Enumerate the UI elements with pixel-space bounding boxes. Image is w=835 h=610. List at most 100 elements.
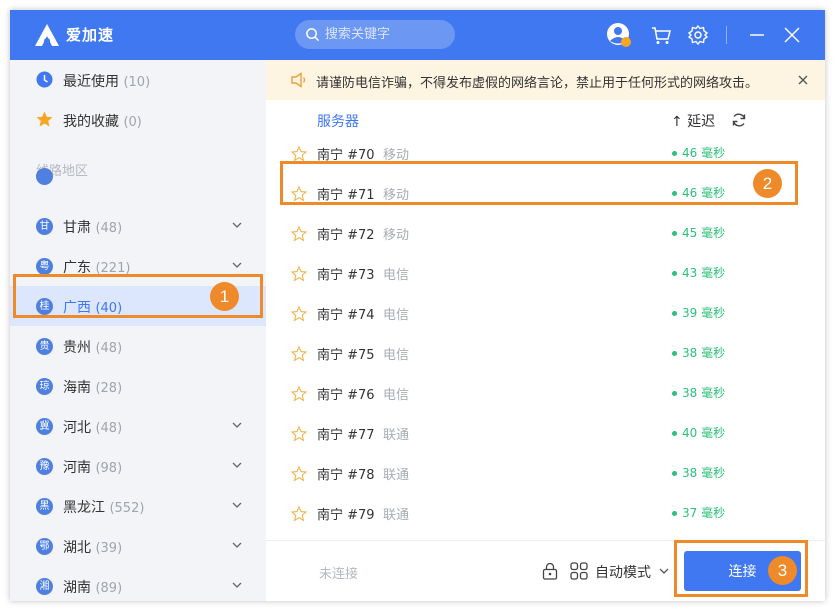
- favorite-star-icon[interactable]: [291, 426, 307, 442]
- favorite-star-icon[interactable]: [291, 146, 307, 162]
- province-badge: 甘: [36, 218, 53, 235]
- favorite-star-icon[interactable]: [291, 506, 307, 522]
- column-header-latency[interactable]: ↑ 延迟: [671, 111, 715, 131]
- server-name: 南宁 #73: [317, 268, 375, 283]
- server-isp: 联通: [383, 428, 410, 443]
- annotation-number-2: 2: [753, 169, 782, 198]
- latency-dot: [672, 351, 677, 356]
- server-row[interactable]: 南宁 #77 联通 40 毫秒: [266, 413, 825, 453]
- sidebar-item-partial[interactable]: [10, 166, 266, 186]
- refresh-icon[interactable]: [731, 112, 747, 128]
- sidebar-item-label: 最近使用: [63, 74, 119, 90]
- province-name: 贵州: [63, 340, 91, 356]
- server-isp: 联通: [383, 468, 410, 483]
- list-header: 服务器 ↑ 延迟: [266, 100, 825, 140]
- notice-text: 请谨防电信诈骗，不得发布虚假的网络言论，禁止用于任何形式的网络攻击。: [316, 76, 759, 91]
- sidebar-item-province[interactable]: 豫河南 (98): [10, 446, 266, 486]
- province-badge: 贵: [36, 338, 53, 355]
- minimize-icon[interactable]: [744, 22, 770, 48]
- server-row[interactable]: 南宁 #80联通40 毫秒: [266, 533, 825, 540]
- province-badge: 豫: [36, 458, 53, 475]
- server-row[interactable]: 南宁 #76 电信 38 毫秒: [266, 373, 825, 413]
- server-latency: 45 毫秒: [682, 226, 726, 240]
- search-icon: [306, 28, 320, 42]
- chevron-down-icon[interactable]: [232, 540, 242, 550]
- close-icon[interactable]: [779, 22, 805, 48]
- sidebar-item-favorites[interactable]: 我的收藏 (0): [10, 100, 266, 140]
- server-name: 南宁 #79: [317, 508, 375, 523]
- avatar-icon[interactable]: [606, 22, 632, 48]
- chevron-down-icon[interactable]: [232, 460, 242, 470]
- latency-dot: [672, 391, 677, 396]
- search-box[interactable]: [295, 20, 455, 49]
- province-badge: 琼: [36, 378, 53, 395]
- server-isp: 电信: [383, 348, 410, 363]
- chevron-down-icon[interactable]: [232, 420, 242, 430]
- chevron-down-icon[interactable]: [659, 567, 669, 575]
- column-header-server[interactable]: 服务器: [317, 111, 359, 131]
- sidebar-item-province[interactable]: 黑黑龙江 (552): [10, 486, 266, 526]
- sidebar-item-province[interactable]: 鄂湖北 (39): [10, 526, 266, 566]
- province-count: (89): [95, 581, 123, 596]
- favorite-star-icon[interactable]: [291, 346, 307, 362]
- sidebar-item-province[interactable]: 琼海南 (28): [10, 366, 266, 406]
- sidebar-item-count: (10): [123, 75, 151, 90]
- server-row[interactable]: 南宁 #78 联通 38 毫秒: [266, 453, 825, 493]
- logo-icon: [35, 24, 59, 46]
- province-count: (48): [95, 221, 123, 236]
- favorite-star-icon[interactable]: [291, 466, 307, 482]
- favorite-star-icon[interactable]: [291, 386, 307, 402]
- latency-dot: [672, 471, 677, 476]
- chevron-down-icon[interactable]: [232, 220, 242, 230]
- sidebar-item-province[interactable]: 贵贵州 (48): [10, 326, 266, 366]
- server-isp: 电信: [383, 388, 410, 403]
- sidebar-item-recent[interactable]: 最近使用 (10): [10, 60, 266, 100]
- sidebar-item-province[interactable]: 冀河北 (48): [10, 406, 266, 446]
- latency-dot: [672, 311, 677, 316]
- server-latency: 37 毫秒: [682, 506, 726, 520]
- province-count: (98): [95, 461, 123, 476]
- connection-status: 未连接: [319, 567, 359, 582]
- server-latency: 40 毫秒: [682, 426, 726, 440]
- lock-icon[interactable]: [542, 562, 558, 580]
- server-row[interactable]: 南宁 #79 联通 37 毫秒: [266, 493, 825, 533]
- search-input[interactable]: [325, 25, 445, 44]
- server-name: 南宁 #75: [317, 348, 375, 363]
- close-icon[interactable]: [796, 73, 810, 87]
- grid-icon[interactable]: [570, 562, 588, 580]
- server-latency: 38 毫秒: [682, 346, 726, 360]
- province-badge: 冀: [36, 418, 53, 435]
- star-icon: [36, 111, 53, 127]
- server-row[interactable]: 南宁 #72 移动 45 毫秒: [266, 213, 825, 253]
- server-name: 南宁 #78: [317, 468, 375, 483]
- favorite-star-icon[interactable]: [291, 266, 307, 282]
- server-isp: 移动: [383, 228, 410, 243]
- chevron-down-icon[interactable]: [232, 500, 242, 510]
- server-row[interactable]: 南宁 #75 电信 38 毫秒: [266, 333, 825, 373]
- server-row[interactable]: 南宁 #73 电信 43 毫秒: [266, 253, 825, 293]
- province-name: 河南: [63, 460, 91, 476]
- sidebar-item-province[interactable]: 湘湖南 (89): [10, 566, 266, 601]
- chevron-down-icon[interactable]: [232, 580, 242, 590]
- province-name: 河北: [63, 420, 91, 436]
- favorite-star-icon[interactable]: [291, 226, 307, 242]
- server-isp: 联通: [383, 508, 410, 523]
- annotation-number-3: 3: [768, 556, 797, 585]
- province-count: (48): [95, 421, 123, 436]
- latency-dot: [672, 431, 677, 436]
- favorite-star-icon[interactable]: [291, 306, 307, 322]
- cart-icon[interactable]: [648, 22, 674, 48]
- chevron-down-icon[interactable]: [232, 260, 242, 270]
- speaker-icon: [291, 72, 306, 88]
- sidebar: 最近使用 (10) 我的收藏 (0) 线路地区 甘甘肃 (48) 粤广东 (221…: [10, 60, 266, 601]
- mode-select[interactable]: 自动模式: [595, 562, 651, 582]
- province-name: 湖北: [63, 540, 91, 556]
- province-count: (552): [109, 501, 145, 516]
- server-row[interactable]: 南宁 #74 电信 39 毫秒: [266, 293, 825, 333]
- sidebar-item-province[interactable]: 甘甘肃 (48): [10, 206, 266, 246]
- header-divider: [726, 26, 727, 44]
- clock-icon: [36, 71, 53, 88]
- sidebar-item-label: 我的收藏: [63, 114, 119, 130]
- gear-icon[interactable]: [685, 22, 711, 48]
- sidebar-item-count: (0): [123, 115, 142, 130]
